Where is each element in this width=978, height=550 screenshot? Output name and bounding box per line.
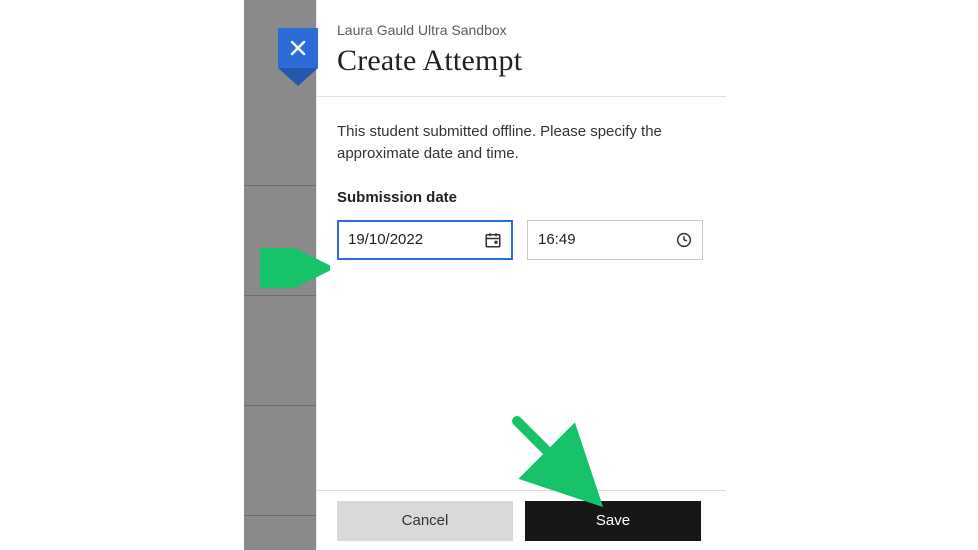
close-panel-tail [278,68,318,86]
panel-header: Laura Gauld Ultra Sandbox Create Attempt [317,0,726,97]
close-icon [289,39,307,57]
submission-date-input[interactable] [348,231,474,248]
close-panel-button[interactable] [278,28,318,68]
panel-body: This student submitted offline. Please s… [317,97,726,260]
submission-time-field[interactable] [527,220,703,260]
cancel-button-label: Cancel [402,512,449,529]
page-title: Create Attempt [337,44,706,78]
calendar-icon[interactable] [483,230,503,250]
submission-date-field[interactable] [337,220,513,260]
create-attempt-panel: Laura Gauld Ultra Sandbox Create Attempt… [316,0,726,550]
save-button[interactable]: Save [525,501,701,541]
cancel-button[interactable]: Cancel [337,501,513,541]
clock-icon[interactable] [674,230,694,250]
save-button-label: Save [596,512,630,529]
panel-footer: Cancel Save [317,490,726,550]
submission-time-input[interactable] [538,231,664,248]
description-text: This student submitted offline. Please s… [337,121,667,165]
submission-date-label: Submission date [337,189,706,206]
breadcrumb: Laura Gauld Ultra Sandbox [337,22,706,38]
